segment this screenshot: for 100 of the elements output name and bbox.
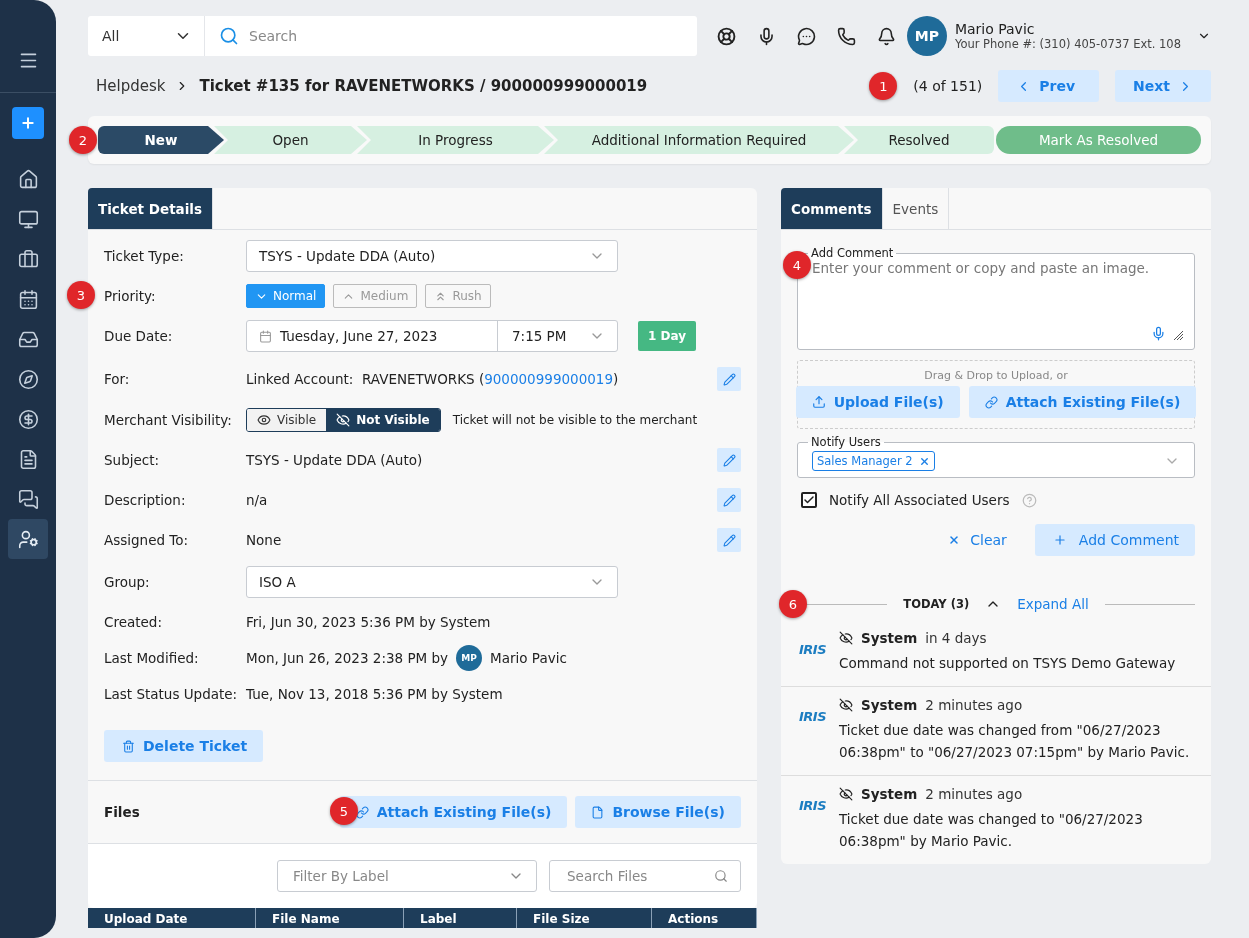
plus-icon bbox=[1052, 533, 1067, 547]
status-step[interactable]: In Progress bbox=[357, 126, 554, 154]
microphone-icon[interactable] bbox=[1151, 326, 1166, 341]
status-step[interactable]: Additional Information Required bbox=[544, 126, 854, 154]
label-filter-dropdown[interactable]: Filter By Label bbox=[277, 860, 537, 892]
step-marker: 5 bbox=[330, 797, 358, 825]
close-icon bbox=[948, 534, 961, 546]
calendar-icon bbox=[17, 288, 39, 310]
edit-button[interactable] bbox=[717, 488, 741, 512]
search-files-field[interactable]: Search Files bbox=[549, 860, 741, 892]
dropdown-field[interactable]: ISO A bbox=[246, 566, 618, 598]
resize-handle-icon[interactable] bbox=[1173, 330, 1184, 341]
column-header[interactable]: Upload Date bbox=[88, 908, 256, 928]
user-tag: Sales Manager 2 bbox=[812, 451, 935, 471]
entry-time: 2 minutes ago bbox=[925, 786, 1023, 802]
help-button[interactable] bbox=[715, 25, 737, 47]
checkbox-label: Notify All Associated Users bbox=[829, 492, 1010, 508]
phone-button[interactable] bbox=[835, 25, 857, 47]
eye-off-icon bbox=[839, 698, 853, 712]
edit-button[interactable] bbox=[717, 528, 741, 552]
drop-hint: Drag & Drop to Upload, or bbox=[924, 369, 1068, 382]
edit-button[interactable] bbox=[717, 367, 741, 391]
visibility-toggle[interactable]: Not Visible bbox=[326, 409, 440, 431]
column-header[interactable]: Label bbox=[404, 908, 517, 928]
date-time-field[interactable]: Tuesday, June 27, 2023 7:15 PM bbox=[246, 320, 618, 352]
drop-zone[interactable]: Drag & Drop to Upload, or Upload File(s) Attach Existing File(s) bbox=[797, 360, 1195, 429]
field-label: Group: bbox=[104, 574, 151, 590]
search-input[interactable]: Search bbox=[239, 17, 697, 55]
eye-off-icon bbox=[336, 413, 351, 427]
scope-dropdown[interactable]: All bbox=[88, 16, 205, 56]
field-label: Last Status Update: bbox=[104, 686, 239, 702]
field-label: Last Modified: bbox=[104, 650, 200, 666]
eye-off-icon bbox=[839, 787, 853, 801]
monitor-icon bbox=[17, 208, 39, 230]
field-value: Mon, Jun 26, 2023 2:38 PM by bbox=[246, 650, 449, 666]
search-icon bbox=[714, 869, 728, 883]
field-value: n/a bbox=[246, 492, 268, 508]
entry-text: Command not supported on TSYS Demo Gateway bbox=[839, 654, 1176, 673]
expand-all-link[interactable]: Expand All bbox=[1017, 596, 1089, 612]
eye-icon bbox=[257, 413, 271, 427]
entry-time: in 4 days bbox=[925, 630, 987, 646]
ticket-position: (4 of 151) bbox=[913, 78, 983, 94]
sidebar-item[interactable] bbox=[8, 519, 48, 559]
tab[interactable]: Ticket Details bbox=[88, 188, 213, 229]
field-label: Subject: bbox=[104, 452, 160, 468]
chat-button[interactable] bbox=[795, 25, 817, 47]
entry-author: System bbox=[861, 786, 918, 802]
step-marker: 1 bbox=[869, 72, 898, 100]
user-avatar[interactable]: MP bbox=[906, 16, 947, 56]
calendar-icon bbox=[259, 329, 272, 343]
breadcrumb-link[interactable]: Helpdesk bbox=[96, 77, 166, 95]
field-value: TSYS - Update DDA (Auto) bbox=[246, 452, 423, 468]
field-label: Description: bbox=[104, 492, 187, 508]
clear-button[interactable]: Clear bbox=[932, 532, 1023, 548]
group-label: TODAY (3) bbox=[903, 597, 970, 611]
iris-logo: IRIS bbox=[799, 798, 828, 815]
add-button[interactable] bbox=[12, 107, 44, 139]
briefcase-icon bbox=[17, 248, 39, 270]
edit-button[interactable] bbox=[717, 448, 741, 472]
field-value: Fri, Jun 30, 2023 5:36 PM by System bbox=[246, 614, 491, 630]
column-header[interactable]: File Size bbox=[517, 908, 652, 928]
entry-author: System bbox=[861, 697, 918, 713]
entry-text: Ticket due date was changed from "06/27/2023 06:38pm" to "06/27/2023 07:15pm" by Mario Pavic. bbox=[839, 721, 1191, 762]
status-step[interactable]: Resolved bbox=[844, 126, 994, 154]
search-icon bbox=[219, 26, 239, 46]
entry-time: 2 minutes ago bbox=[925, 697, 1023, 713]
time-value: 7:15 PM bbox=[512, 328, 567, 344]
pencil-icon bbox=[722, 493, 736, 507]
column-header[interactable]: File Name bbox=[256, 908, 404, 928]
lifebuoy-icon bbox=[716, 26, 736, 46]
compass-icon bbox=[17, 368, 39, 390]
search-input[interactable]: Search Files bbox=[565, 867, 705, 885]
status-step[interactable]: New bbox=[98, 126, 224, 154]
user-phone: Your Phone #: (310) 405-0737 Ext. 108 bbox=[954, 37, 1181, 51]
chat-icon bbox=[17, 488, 39, 510]
field-label: For: bbox=[104, 371, 131, 387]
account-link[interactable]: 900000999000019 bbox=[484, 371, 613, 387]
field-value: Tue, Nov 13, 2018 5:36 PM by System bbox=[246, 686, 503, 702]
visibility-toggle[interactable]: Visible bbox=[247, 409, 327, 431]
status-step[interactable]: Open bbox=[214, 126, 367, 154]
remove-icon[interactable] bbox=[918, 455, 930, 467]
user-name: Mario Pavic bbox=[954, 21, 1036, 37]
field-label: Ticket Type: bbox=[104, 248, 185, 264]
search-bar[interactable]: All Search bbox=[88, 16, 697, 56]
user-avatar: MP bbox=[456, 645, 483, 671]
link-icon bbox=[355, 805, 369, 819]
column-header[interactable]: Actions bbox=[652, 908, 757, 928]
notify-users-field[interactable]: Notify Users Sales Manager 2 bbox=[797, 435, 1195, 478]
dropdown-field[interactable]: TSYS - Update DDA (Auto) bbox=[246, 240, 618, 272]
tab[interactable]: Events bbox=[882, 188, 950, 229]
user-settings-icon bbox=[17, 528, 39, 550]
tab[interactable]: Comments bbox=[781, 188, 883, 229]
notify-label: Notify Users bbox=[810, 435, 882, 449]
step-marker: 4 bbox=[783, 251, 811, 279]
linked-account-text: Linked Account: RAVENETWORKS (900000999000019) bbox=[246, 371, 619, 387]
pencil-icon bbox=[722, 533, 736, 547]
comment-label: Add Comment bbox=[810, 246, 895, 260]
bell-icon bbox=[876, 26, 896, 46]
checkbox[interactable] bbox=[801, 492, 817, 508]
link-icon bbox=[984, 395, 998, 409]
